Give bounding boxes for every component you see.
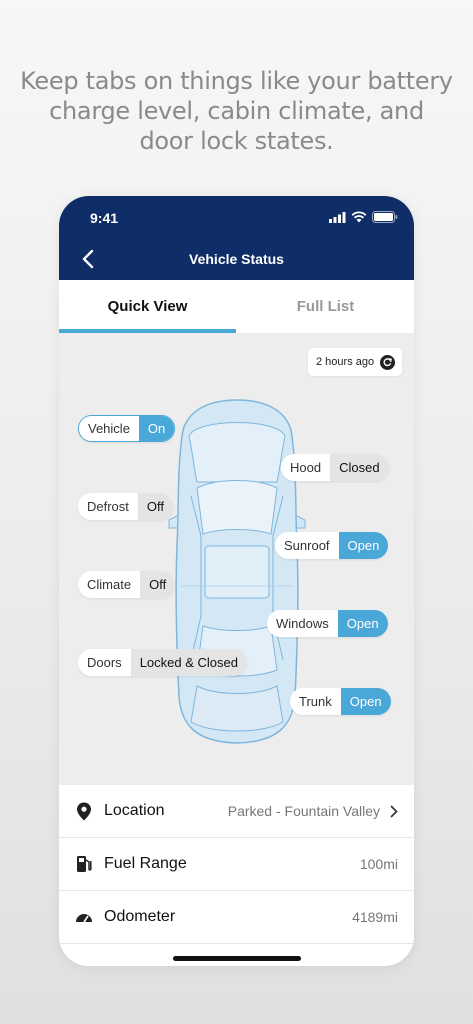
status-icons (329, 211, 398, 223)
phone-screen: 9:41 Vehicle Status Quick View Full List (59, 196, 414, 966)
status-hood: Hood Closed (281, 454, 389, 481)
refresh-button[interactable]: 2 hours ago (308, 348, 403, 376)
status-vehicle: Vehicle On (78, 415, 176, 442)
marketing-headline: Keep tabs on things like your battery ch… (20, 67, 453, 155)
status-climate: Climate Off (78, 571, 176, 598)
status-hood-label: Hood (281, 454, 331, 481)
wifi-icon (351, 211, 367, 223)
speedometer-icon (74, 907, 94, 927)
status-time: 9:41 (90, 210, 119, 226)
refresh-icon (380, 354, 396, 370)
location-value-group: Parked - Fountain Valley (228, 803, 398, 819)
last-updated-text: 2 hours ago (316, 356, 375, 368)
cellular-signal-icon (329, 211, 346, 223)
status-climate-label: Climate (78, 571, 141, 598)
home-indicator[interactable] (173, 956, 301, 961)
fuel-pump-icon (74, 854, 94, 874)
status-sunroof-label: Sunroof (275, 532, 339, 559)
car-top-view-illustration (168, 399, 306, 744)
chevron-right-icon (390, 805, 398, 817)
status-hood-value: Closed (330, 454, 389, 481)
location-value: Parked - Fountain Valley (227, 803, 380, 819)
fuel-range-value: 100mi (359, 856, 398, 872)
status-trunk: Trunk Open (290, 688, 391, 715)
status-defrost: Defrost Off (78, 493, 174, 520)
status-windows: Windows Open (267, 610, 388, 637)
page-title: Vehicle Status (189, 251, 284, 267)
status-doors: Doors Locked & Closed (78, 649, 247, 676)
list-item-odometer: Odometer 4189mi (59, 891, 414, 944)
location-pin-icon (74, 801, 94, 821)
status-windows-value: Open (337, 610, 388, 637)
status-climate-value: Off (140, 571, 176, 598)
status-sunroof: Sunroof Open (275, 532, 389, 559)
odometer-label: Odometer (104, 908, 176, 925)
battery-icon (372, 211, 398, 223)
list-item-location[interactable]: Location Parked - Fountain Valley (59, 785, 414, 838)
list-item-fuel-range: Fuel Range 100mi (59, 838, 414, 891)
tab-quick-view[interactable]: Quick View (59, 280, 236, 333)
app-header: 9:41 Vehicle Status (59, 196, 414, 280)
vehicle-info-list: Location Parked - Fountain Valley Fuel R… (59, 785, 414, 966)
status-doors-label: Doors (78, 649, 131, 676)
status-doors-value: Locked & Closed (130, 649, 247, 676)
tab-bar: Quick View Full List (59, 280, 414, 333)
status-windows-label: Windows (267, 610, 338, 637)
status-sunroof-value: Open (338, 532, 389, 559)
status-defrost-label: Defrost (78, 493, 138, 520)
fuel-range-label: Fuel Range (104, 855, 187, 872)
status-trunk-value: Open (340, 688, 391, 715)
tab-full-list[interactable]: Full List (237, 280, 414, 333)
location-label: Location (104, 802, 165, 819)
odometer-value: 4189mi (352, 909, 398, 925)
status-defrost-value: Off (137, 493, 174, 520)
status-vehicle-label: Vehicle (79, 416, 139, 441)
status-trunk-label: Trunk (290, 688, 341, 715)
status-vehicle-value: On (138, 416, 175, 441)
